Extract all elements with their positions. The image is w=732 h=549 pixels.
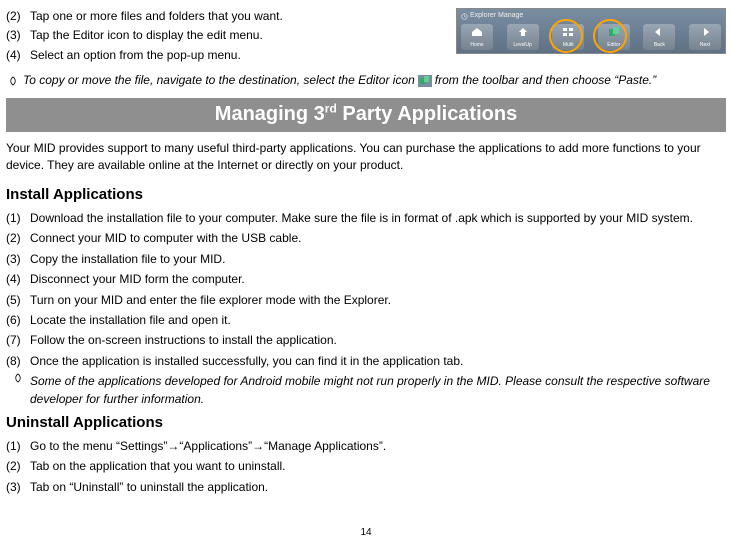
step-number: (2) [6, 230, 30, 247]
step-number: (3) [6, 479, 30, 496]
toolbar-title: Explorer Manage [470, 11, 523, 21]
page-number: 14 [6, 526, 726, 541]
step-text: Once the application is installed succes… [30, 353, 463, 370]
step-number: (3) [6, 251, 30, 268]
step-text: Disconnect your MID form the computer. [30, 271, 245, 288]
step-item: (2)Tab on the application that you want … [6, 458, 726, 475]
toolbar-label: LevelUp [513, 42, 531, 49]
toolbar-home-icon: Home [461, 24, 493, 50]
step-number: (3) [6, 27, 30, 44]
step-number: (2) [6, 8, 30, 25]
toolbar-label: Back [654, 42, 665, 49]
note-bullet-icon [6, 373, 30, 408]
banner-post: Party Applications [337, 103, 517, 125]
step-number: (6) [6, 312, 30, 329]
toolbar-editor-icon: Editor [598, 24, 630, 50]
note-bullet-icon [6, 75, 20, 87]
step-number: (1) [6, 438, 30, 455]
step-number: (2) [6, 458, 30, 475]
top-row: (2) Tap one or more files and folders th… [6, 8, 726, 66]
step-item: (3)Copy the installation file to your MI… [6, 251, 726, 268]
uninstall-list: (1)Go to the menu “Settings”→“Applicatio… [6, 438, 726, 496]
banner-sup: rd [325, 101, 337, 115]
step-item: (1)Go to the menu “Settings”→“Applicatio… [6, 438, 726, 455]
toolbar-screenshot: Explorer Manage Home LevelUp Multi Edito… [456, 8, 726, 54]
step-item: (2) Tap one or more files and folders th… [6, 8, 446, 25]
toolbar-back-icon: Back [643, 24, 675, 50]
step-text: Turn on your MID and enter the file expl… [30, 292, 391, 309]
step-item: (8)Once the application is installed suc… [6, 353, 726, 370]
step-text: Tap the Editor icon to display the edit … [30, 27, 263, 44]
editor-inline-icon [418, 75, 432, 87]
step-text: Locate the installation file and open it… [30, 312, 231, 329]
install-note: Some of the applications developed for A… [6, 373, 726, 408]
step-text: Go to the menu “Settings”→“Applications”… [30, 438, 386, 455]
step-text: Download the installation file to your c… [30, 210, 693, 227]
step-number: (4) [6, 47, 30, 64]
step-item: (2)Connect your MID to computer with the… [6, 230, 726, 247]
step-number: (8) [6, 353, 30, 370]
copy-note-post: from the toolbar and then choose “Paste.… [435, 72, 656, 89]
step-item: (5)Turn on your MID and enter the file e… [6, 292, 726, 309]
install-list: (1)Download the installation file to you… [6, 210, 726, 370]
step-text: Select an option from the pop-up menu. [30, 47, 241, 64]
toolbar-next-icon: Next [689, 24, 721, 50]
toolbar-header: Explorer Manage [461, 11, 523, 21]
step-item: (6)Locate the installation file and open… [6, 312, 726, 329]
toolbar-label: Multi [563, 42, 574, 49]
step-text: Connect your MID to computer with the US… [30, 230, 301, 247]
step-item: (4) Select an option from the pop-up men… [6, 47, 446, 64]
step-text: Follow the on-screen instructions to ins… [30, 332, 337, 349]
top-steps: (2) Tap one or more files and folders th… [6, 8, 446, 66]
step-number: (7) [6, 332, 30, 349]
copy-note: To copy or move the file, navigate to th… [6, 72, 726, 89]
step-item: (3) Tap the Editor icon to display the e… [6, 27, 446, 44]
banner-pre: Managing 3 [215, 103, 325, 125]
toolbar-icons: Home LevelUp Multi Editor Back Next [461, 24, 721, 50]
intro-text: Your MID provides support to many useful… [6, 140, 726, 175]
step-text: Tap one or more files and folders that y… [30, 8, 283, 25]
toolbar-label: Home [470, 42, 483, 49]
install-heading: Install Applications [6, 184, 726, 206]
step-item: (4)Disconnect your MID form the computer… [6, 271, 726, 288]
step-number: (5) [6, 292, 30, 309]
section-banner: Managing 3rd Party Applications [6, 98, 726, 132]
step-text: Copy the installation file to your MID. [30, 251, 225, 268]
step-text: Tab on the application that you want to … [30, 458, 286, 475]
install-note-text: Some of the applications developed for A… [30, 373, 726, 408]
step-item: (1)Download the installation file to you… [6, 210, 726, 227]
step-number: (1) [6, 210, 30, 227]
step-item: (7)Follow the on-screen instructions to … [6, 332, 726, 349]
step-item: (3)Tab on “Uninstall” to uninstall the a… [6, 479, 726, 496]
toolbar-multi-icon: Multi [552, 24, 584, 50]
copy-note-pre: To copy or move the file, navigate to th… [23, 72, 415, 89]
toolbar-label: Next [700, 42, 710, 49]
toolbar-label: Editor [607, 42, 620, 49]
uninstall-heading: Uninstall Applications [6, 412, 726, 434]
step-number: (4) [6, 271, 30, 288]
step-text: Tab on “Uninstall” to uninstall the appl… [30, 479, 268, 496]
toolbar-levelup-icon: LevelUp [507, 24, 539, 50]
